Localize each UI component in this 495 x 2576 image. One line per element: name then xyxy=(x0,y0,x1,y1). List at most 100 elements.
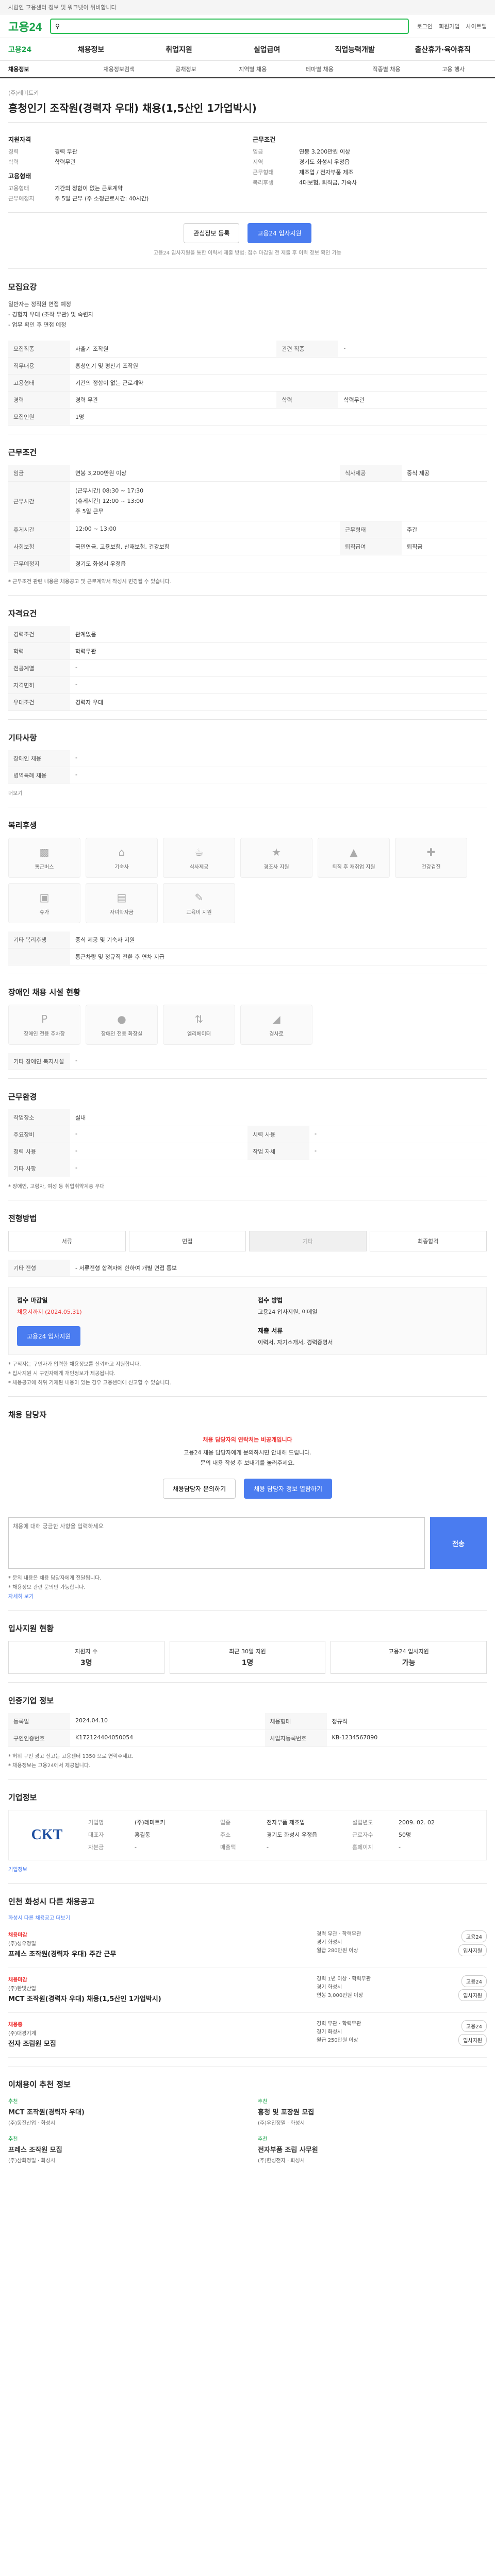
apply-button[interactable]: 고용24 입사지원 xyxy=(248,223,311,243)
list-item[interactable]: 채용중 (주)대경기계 전자 조립원 모집 경력 무관 · 학력무관 경기 화성… xyxy=(8,2013,487,2058)
nav-item[interactable]: 직업능력개발 xyxy=(311,44,399,55)
elevator-icon: ⇅ xyxy=(194,1012,204,1025)
apply-method: 접수 방법 고용24 입사지원, 이메일 제출 서류 이력서, 자기소개서, 경… xyxy=(258,1297,333,1346)
manager-warning: 채용 담당자의 연락처는 비공개입니다 xyxy=(203,1436,292,1443)
subnav-item[interactable]: 지역별 채용 xyxy=(219,65,286,73)
section-title: 기업정보 xyxy=(8,1793,37,1802)
company-info: 기업명 (주)레미트키 업종 전자부품 제조업 설립년도 2009. 02. 02 대… xyxy=(88,1819,435,1851)
welfare-item: ⌂ 기숙사 xyxy=(86,838,158,878)
table-row: 기타 장애인 복지시설 - xyxy=(8,1053,487,1070)
facility-grid: P 장애인 전용 주차장 ● 장애인 전용 화장실 ⇅ 엘리베이터 ◢ 경사로 xyxy=(8,1005,487,1045)
company-logo: CKT xyxy=(31,1827,63,1843)
company-more-link[interactable]: 기업정보 xyxy=(8,1867,27,1873)
recommend-section: 이채용이 추천 정보 추천 MCT 조작원(경력자 우대) (주)동진산업 · 화성… xyxy=(8,2066,487,2188)
list-item[interactable]: 채용마감 (주)한빛산업 MCT 조작원(경력자 우대) 채용(1,5산인 1가… xyxy=(8,1968,487,2013)
nav-item[interactable]: 채용정보 xyxy=(47,44,135,55)
education-icon: ✎ xyxy=(194,891,204,904)
welfare-item: ✚ 건강검진 xyxy=(395,838,467,878)
welfare-grid: ▩ 통근버스 ⌂ 기숙사 ☕ 식사제공 ★ 경조사 지원 ▲ 퇴직 후 재취업 지원 ✚ 건… xyxy=(8,838,487,923)
login-link[interactable]: 로그인 xyxy=(417,22,433,30)
recommend-item[interactable]: 추천 MCT 조작원(경력자 우대) (주)동진산업 · 화성시 xyxy=(8,2097,237,2126)
deadline-date: 채용시까지 (2024.05.31) xyxy=(17,1309,82,1315)
facility-item: ⇅ 엘리베이터 xyxy=(163,1005,235,1045)
welfare-item: ▲ 퇴직 후 재취업 지원 xyxy=(318,838,390,878)
section-title: 근무조건 xyxy=(8,448,37,457)
job-summary: 지원자격 경력 경력 무관 학력 학력무관 고용형태 고용형태 기간의 정함이 없는 … xyxy=(8,123,487,213)
table-row: 통근차량 및 정규직 전환 후 연차 지급 xyxy=(8,948,487,965)
subnav-item[interactable]: 테마별 채용 xyxy=(286,65,353,73)
site-logo[interactable]: 고용24 xyxy=(8,18,42,35)
main-nav: 고용24 채용정보 취업지원 실업급여 직업능력개발 출산휴가·육아휴직 xyxy=(0,38,495,61)
welfare-item: ✎ 교육비 지원 xyxy=(163,883,235,923)
nav-item[interactable]: 실업급여 xyxy=(223,44,311,55)
subnav-item[interactable]: 공채정보 xyxy=(153,65,220,73)
section-title: 인증기업 정보 xyxy=(8,1696,54,1705)
process-steps: 서류 면접 기타 최종합격 xyxy=(8,1231,487,1251)
top-notice-bar: 사람인 고용센터 정보 및 워크넷이 뒤비합니다 xyxy=(0,0,495,14)
top-notice-text: 사람인 고용센터 정보 및 워크넷이 뒤비합니다 xyxy=(8,4,117,11)
qualification-section: 자격요건 경력조건 관계없음 학력 학력무관 전공계열 - 자격면허 - 우대조건 경력자… xyxy=(8,595,487,719)
table-row: 휴게시간 12:00 ~ 13:00 근무형태 주간 xyxy=(8,521,487,538)
search-box[interactable]: ⚲ xyxy=(50,18,409,34)
table-row: 경력 경력 무관 학력 학력무관 xyxy=(8,391,487,409)
save-interest-button[interactable]: 관심정보 등록 xyxy=(184,223,240,243)
ramp-icon: ◢ xyxy=(272,1012,280,1025)
nav-item[interactable]: 취업지원 xyxy=(135,44,223,55)
conditions-section: 근무조건 임금 연봉 3,200만원 이상 식사제공 중식 제공 근무시간 (근무시간)… xyxy=(8,434,487,595)
subnav-item[interactable]: 직종별 채용 xyxy=(353,65,420,73)
table-row: 기타 전형 - 서류전형 합격자에 한하여 개별 면접 통보 xyxy=(8,1260,487,1277)
company-section: 기업정보 CKT 기업명 (주)레미트키 업종 전자부품 제조업 설립년도 2009.… xyxy=(8,1779,487,1883)
health-icon: ✚ xyxy=(426,845,436,858)
process-table: 기타 전형 - 서류전형 합격자에 한하여 개별 면접 통보 xyxy=(8,1260,487,1277)
section-title: 복리후생 xyxy=(8,821,37,830)
contact-manager-button[interactable]: 채용담당자 문의하기 xyxy=(162,1479,236,1499)
table-row: 자격면허 - xyxy=(8,676,487,694)
question-input[interactable] xyxy=(8,1517,425,1569)
recommend-item[interactable]: 추천 프레스 조작원 모집 (주)삼화정밀 · 화성시 xyxy=(8,2134,237,2164)
list-item[interactable]: 채용마감 (주)성우정밀 프레스 조작원(경력자 우대) 주간 근무 경력 무관… xyxy=(8,1923,487,1968)
recruit-description: 일반자는 정직원 면접 예정 - 경험자 우대 (조작 무관) 및 숙련자 - … xyxy=(8,301,94,328)
restroom-icon: ● xyxy=(117,1012,126,1025)
stat-card: 최근 30일 지원 1명 xyxy=(169,1641,326,1674)
apply-info-box: 접수 마감일 채용시까지 (2024.05.31) 고용24 입사지원 접수 방… xyxy=(8,1287,487,1355)
table-row: 임금 연봉 3,200만원 이상 식사제공 중식 제공 xyxy=(8,465,487,482)
subnav-item[interactable]: 채용정보검색 xyxy=(86,65,153,73)
question-box: 전송 xyxy=(8,1517,487,1569)
workplace-note: * 장애인, 고령자, 여성 등 취업취약계층 우대 xyxy=(8,1184,105,1190)
view-manager-button[interactable]: 채용 담당자 정보 열람하기 xyxy=(244,1479,333,1499)
home-icon: ⌂ xyxy=(118,845,125,858)
table-row: 주요장비 - 시력 사용 - xyxy=(8,1126,487,1143)
sitemap-link[interactable]: 사이트맵 xyxy=(466,22,487,30)
send-button[interactable]: 전송 xyxy=(430,1517,487,1569)
table-row: 고용형태 기간의 정함이 없는 근로계약 xyxy=(8,374,487,392)
nav-home[interactable]: 고용24 xyxy=(8,44,31,55)
more-link[interactable]: 자세히 보기 xyxy=(8,1594,34,1600)
gift-icon: ★ xyxy=(272,845,281,858)
question-notes: * 문의 내용은 채용 담당자에게 전달됩니다. * 채용정보 관련 문의만 가… xyxy=(8,1575,102,1600)
table-row: 경력조건 관계없음 xyxy=(8,626,487,643)
manager-alert: 채용 담당자의 연락처는 비공개입니다 고용24 채용 담당자에게 문의하시면 … xyxy=(8,1427,487,1512)
search-input[interactable] xyxy=(62,22,404,30)
welfare-item: ▤ 자녀학자금 xyxy=(86,883,158,923)
related-more-link[interactable]: 화성시 다른 채용공고 더보기 xyxy=(8,1916,70,1921)
section-title: 인천 화성시 다른 채용공고 xyxy=(8,1897,95,1906)
welfare-item: ★ 경조사 지원 xyxy=(240,838,312,878)
facility-item: P 장애인 전용 주차장 xyxy=(8,1005,80,1045)
process-section: 전형방법 서류 면접 기타 최종합격 기타 전형 - 서류전형 합격자에 한하여 … xyxy=(8,1200,487,1396)
recommend-item[interactable]: 추천 흥청 및 포장원 모집 (주)우진정밀 · 화성시 xyxy=(258,2097,487,2126)
table-row: 모집인원 1명 xyxy=(8,408,487,426)
company-name[interactable]: (주)레미트키 xyxy=(8,89,487,97)
nav-item[interactable]: 출산휴가·육아휴직 xyxy=(399,44,487,55)
subnav-current: 채용정보 xyxy=(8,66,29,73)
facility-item: ◢ 경사로 xyxy=(240,1005,312,1045)
recommend-item[interactable]: 추천 전자부품 조립 사무원 (주)한성전자 · 화성시 xyxy=(258,2134,487,2164)
section-title: 모집요강 xyxy=(8,282,37,292)
subnav-item[interactable]: 고용 행사 xyxy=(420,65,487,73)
signup-link[interactable]: 회원가입 xyxy=(439,22,459,30)
apply-button-2[interactable]: 고용24 입사지원 xyxy=(17,1326,81,1346)
stat-card: 고용24 입사지원 가능 xyxy=(331,1641,487,1674)
misc-more-link[interactable]: 더보기 xyxy=(8,789,487,799)
qualification-table: 경력조건 관계없음 학력 학력무관 전공계열 - 자격면허 - 우대조건 경력자 우대 xyxy=(8,626,487,711)
table-row: 모집직종 사출기 조작원 관련 직종 - xyxy=(8,341,487,358)
recommend-grid: 추천 MCT 조작원(경력자 우대) (주)동진산업 · 화성시 추천 흥청 및 포장… xyxy=(8,2097,487,2179)
